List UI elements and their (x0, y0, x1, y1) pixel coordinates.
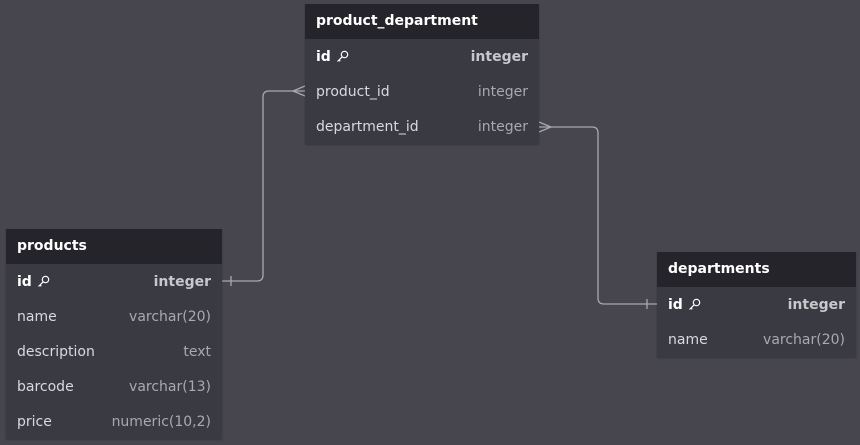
column-name-text: id (316, 48, 331, 65)
column-name: id (316, 49, 349, 65)
column-type: text (183, 343, 211, 360)
column-type: integer (477, 83, 528, 100)
column-name: product_id (316, 83, 390, 100)
table-row[interactable]: id integer (657, 287, 856, 322)
column-name: department_id (316, 118, 419, 135)
table-departments[interactable]: departments id integer name varchar(20) (657, 252, 856, 357)
column-name: id (17, 274, 50, 290)
table-row[interactable]: name varchar(20) (6, 299, 222, 334)
column-name: barcode (17, 378, 74, 395)
column-name: id (668, 297, 701, 313)
table-row[interactable]: department_id integer (305, 109, 539, 144)
table-row[interactable]: barcode varchar(13) (6, 369, 222, 404)
key-icon (688, 298, 701, 311)
key-icon (336, 50, 349, 63)
column-type: integer (153, 273, 211, 290)
column-type: integer (470, 48, 528, 65)
column-type: varchar(20) (763, 331, 845, 348)
column-type: numeric(10,2) (111, 413, 211, 430)
table-row[interactable]: id integer (305, 39, 539, 74)
table-row[interactable]: product_id integer (305, 74, 539, 109)
column-type: integer (477, 118, 528, 135)
table-product-department[interactable]: product_department id integer product_id… (305, 4, 539, 144)
column-name: description (17, 343, 95, 360)
column-name-text: id (17, 273, 32, 290)
table-row[interactable]: name varchar(20) (657, 322, 856, 357)
relationship-products-product-department[interactable] (222, 90, 305, 282)
table-header[interactable]: products (6, 229, 222, 264)
column-type: varchar(13) (129, 378, 211, 395)
column-name: name (17, 308, 57, 325)
table-products[interactable]: products id integer name varchar(20) des… (6, 229, 222, 439)
table-row[interactable]: id integer (6, 264, 222, 299)
table-header[interactable]: departments (657, 252, 856, 287)
relationship-departments-product-department[interactable] (539, 126, 657, 305)
column-name: price (17, 413, 52, 430)
table-row[interactable]: description text (6, 334, 222, 369)
key-icon (37, 275, 50, 288)
column-type: varchar(20) (129, 308, 211, 325)
diagram-canvas[interactable]: product_department id integer product_id… (0, 0, 860, 445)
table-header[interactable]: product_department (305, 4, 539, 39)
column-name: name (668, 331, 708, 348)
table-row[interactable]: price numeric(10,2) (6, 404, 222, 439)
column-name-text: id (668, 296, 683, 313)
column-type: integer (787, 296, 845, 313)
